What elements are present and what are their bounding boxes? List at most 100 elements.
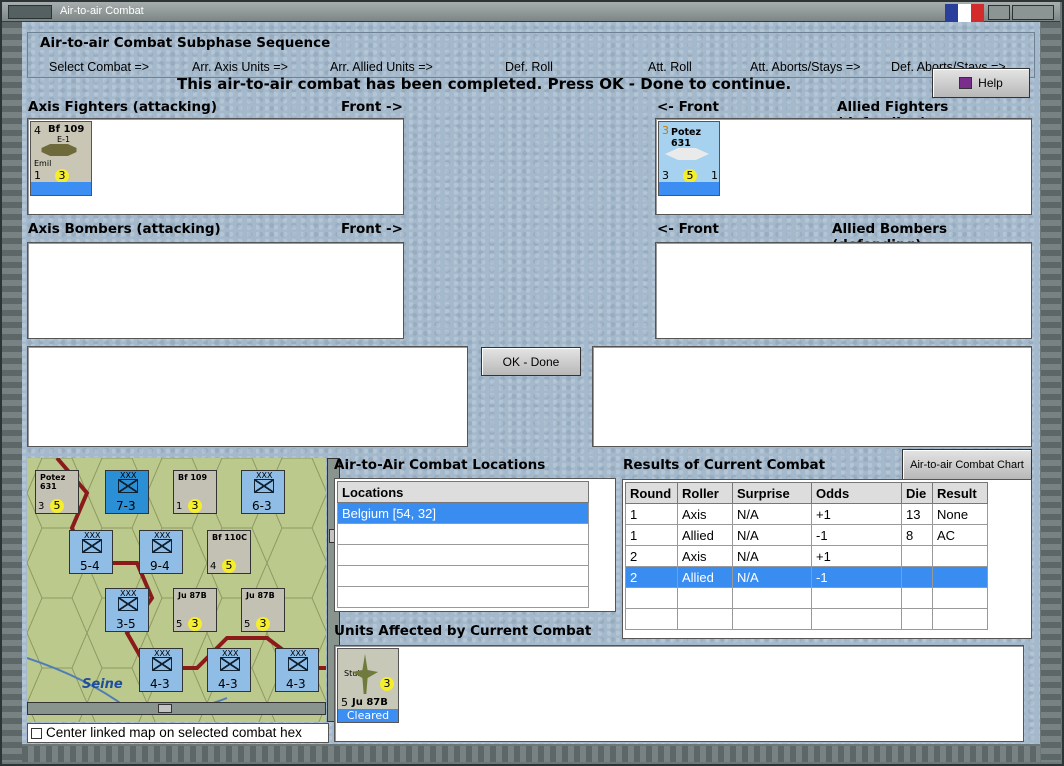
- left-frame: [2, 22, 22, 762]
- counter-top: 3: [662, 124, 669, 137]
- sequence-box: Air-to-air Combat Subphase Sequence Sele…: [27, 32, 1035, 78]
- map-counter-label: 4-3: [218, 677, 238, 691]
- results-cell: Allied: [677, 566, 733, 588]
- seq-att-aborts: Att. Aborts/Stays =>: [750, 60, 861, 74]
- map-counter-label: Bf 110C: [212, 533, 247, 542]
- allied-fighter-counter[interactable]: 3 Potez 631 3 5 1: [658, 121, 720, 196]
- map-counter-label: 5-4: [80, 559, 100, 573]
- french-flag-icon: [945, 4, 985, 22]
- help-label: Help: [978, 76, 1003, 90]
- map-counter[interactable]: 3 5 Ju 87B: [173, 588, 217, 632]
- mini-map[interactable]: 5 3 Potez 631 XXX 7-3 3 1 Bf 109 XXX 6-3 XXX 5-4 XXX…: [27, 458, 326, 722]
- minimize-button[interactable]: [988, 5, 1010, 20]
- locations-table[interactable]: Locations Belgium [54, 32]: [334, 478, 616, 612]
- unit-size: XXX: [154, 649, 171, 658]
- map-counter[interactable]: XXX 4-3: [139, 648, 183, 692]
- map-counter-value: 3: [188, 617, 202, 631]
- axis-bombers-panel[interactable]: [27, 242, 404, 339]
- map-horizontal-scrollbar[interactable]: [27, 702, 326, 715]
- map-counter-value: 5: [50, 499, 64, 513]
- results-cell-empty: [732, 608, 812, 630]
- location-row[interactable]: Belgium [54, 32]: [337, 502, 589, 524]
- results-title: Results of Current Combat: [623, 457, 826, 473]
- map-counter-label: 4-3: [150, 677, 170, 691]
- map-counter[interactable]: XXX 3-5: [105, 588, 149, 632]
- map-counter-label: Ju 87B: [178, 591, 207, 600]
- results-row[interactable]: 2 Axis N/A +1: [625, 545, 988, 567]
- unit-size: XXX: [290, 649, 307, 658]
- center-map-label: Center linked map on selected combat hex: [46, 725, 302, 740]
- plane-icon: [352, 654, 378, 694]
- unit-size: XXX: [120, 471, 137, 480]
- axis-fighters-panel[interactable]: 4 Bf 109 E-1 Emil 1 3: [27, 118, 404, 215]
- map-counter[interactable]: 5 3 Potez 631: [35, 470, 79, 514]
- infantry-unit-icon: [118, 479, 138, 493]
- map-counter[interactable]: XXX 4-3: [275, 648, 319, 692]
- map-counter[interactable]: XXX 6-3: [241, 470, 285, 514]
- results-cell: 2: [625, 545, 678, 567]
- counter-br: 1: [711, 169, 718, 182]
- infantry-unit-icon: [220, 657, 240, 671]
- help-button[interactable]: Help: [932, 68, 1030, 98]
- counter-status-bar: [31, 182, 91, 195]
- axis-fighter-counter[interactable]: 4 Bf 109 E-1 Emil 1 3: [30, 121, 92, 196]
- results-cell: N/A: [732, 545, 812, 567]
- affected-title: Units Affected by Current Combat: [334, 623, 592, 639]
- counter-top: 5: [341, 696, 348, 709]
- results-cell: -1: [811, 524, 902, 546]
- center-map-checkbox[interactable]: [31, 728, 42, 739]
- allied-bombers-panel[interactable]: [655, 242, 1032, 339]
- axis-bombers-label: Axis Bombers (attacking): [28, 221, 221, 237]
- close-button[interactable]: [1012, 5, 1054, 20]
- results-header: Surprise: [732, 482, 812, 504]
- allied-fighters-panel[interactable]: 3 Potez 631 3 5 1: [655, 118, 1032, 215]
- map-counter-left: 3: [38, 501, 45, 512]
- seq-arr-allied: Arr. Allied Units =>: [330, 60, 433, 74]
- air-combat-chart-button[interactable]: Air-to-air Combat Chart: [902, 449, 1032, 480]
- affected-unit-counter[interactable]: Stuka 3 5 Ju 87B Cleared: [337, 648, 399, 723]
- map-counter-value: 3: [188, 499, 202, 513]
- unit-size: XXX: [84, 531, 101, 540]
- results-cell-empty: [677, 587, 733, 609]
- results-row[interactable]: 1 Axis N/A +1 13 None: [625, 503, 988, 525]
- allied-bombers-front: <- Front: [657, 221, 719, 237]
- infantry-unit-icon: [152, 539, 172, 553]
- seq-arr-axis: Arr. Axis Units =>: [192, 60, 288, 74]
- results-cell-empty: [901, 587, 933, 609]
- ok-done-button[interactable]: OK - Done: [481, 347, 581, 376]
- counter-variant: Emil: [34, 159, 52, 168]
- map-counter[interactable]: XXX 7-3: [105, 470, 149, 514]
- counter-status: Cleared: [338, 709, 398, 722]
- affected-units-panel[interactable]: Stuka 3 5 Ju 87B Cleared: [334, 645, 1024, 742]
- system-menu-button[interactable]: [8, 5, 52, 19]
- results-cell: Allied: [677, 524, 733, 546]
- results-cell: 2: [625, 566, 678, 588]
- map-counter[interactable]: XXX 5-4: [69, 530, 113, 574]
- axis-info-panel: [27, 346, 468, 447]
- results-cell: [901, 545, 933, 567]
- results-row[interactable]: 1 Allied N/A -1 8 AC: [625, 524, 988, 546]
- map-counter-left: 1: [176, 501, 183, 512]
- results-table[interactable]: Round Roller Surprise Odds Die Result 1 Axis N/A…: [622, 479, 1032, 639]
- horizontal-scroll-thumb[interactable]: [158, 704, 172, 713]
- map-counter[interactable]: 3 1 Bf 109: [173, 470, 217, 514]
- map-counter-label: 4-3: [286, 677, 306, 691]
- map-counter-value: 3: [256, 617, 270, 631]
- map-counter-label: 3-5: [116, 617, 136, 631]
- map-counter[interactable]: 5 4 Bf 110C: [207, 530, 251, 574]
- right-frame: [1041, 22, 1061, 762]
- results-cell-empty: [901, 608, 933, 630]
- map-counter[interactable]: 3 5 Ju 87B: [241, 588, 285, 632]
- center-map-row[interactable]: Center linked map on selected combat hex: [27, 723, 329, 743]
- window-title: Air-to-air Combat: [60, 5, 144, 17]
- infantry-unit-icon: [254, 479, 274, 493]
- results-cell-empty: [932, 587, 988, 609]
- results-cell-empty: [677, 608, 733, 630]
- map-counter[interactable]: XXX 9-4: [139, 530, 183, 574]
- counter-status-bar: [659, 182, 719, 195]
- results-row-empty: [625, 587, 988, 609]
- results-row[interactable]: 2 Allied N/A -1: [625, 566, 988, 588]
- infantry-unit-icon: [118, 597, 138, 611]
- map-counter[interactable]: XXX 4-3: [207, 648, 251, 692]
- plane-icon: [665, 148, 709, 160]
